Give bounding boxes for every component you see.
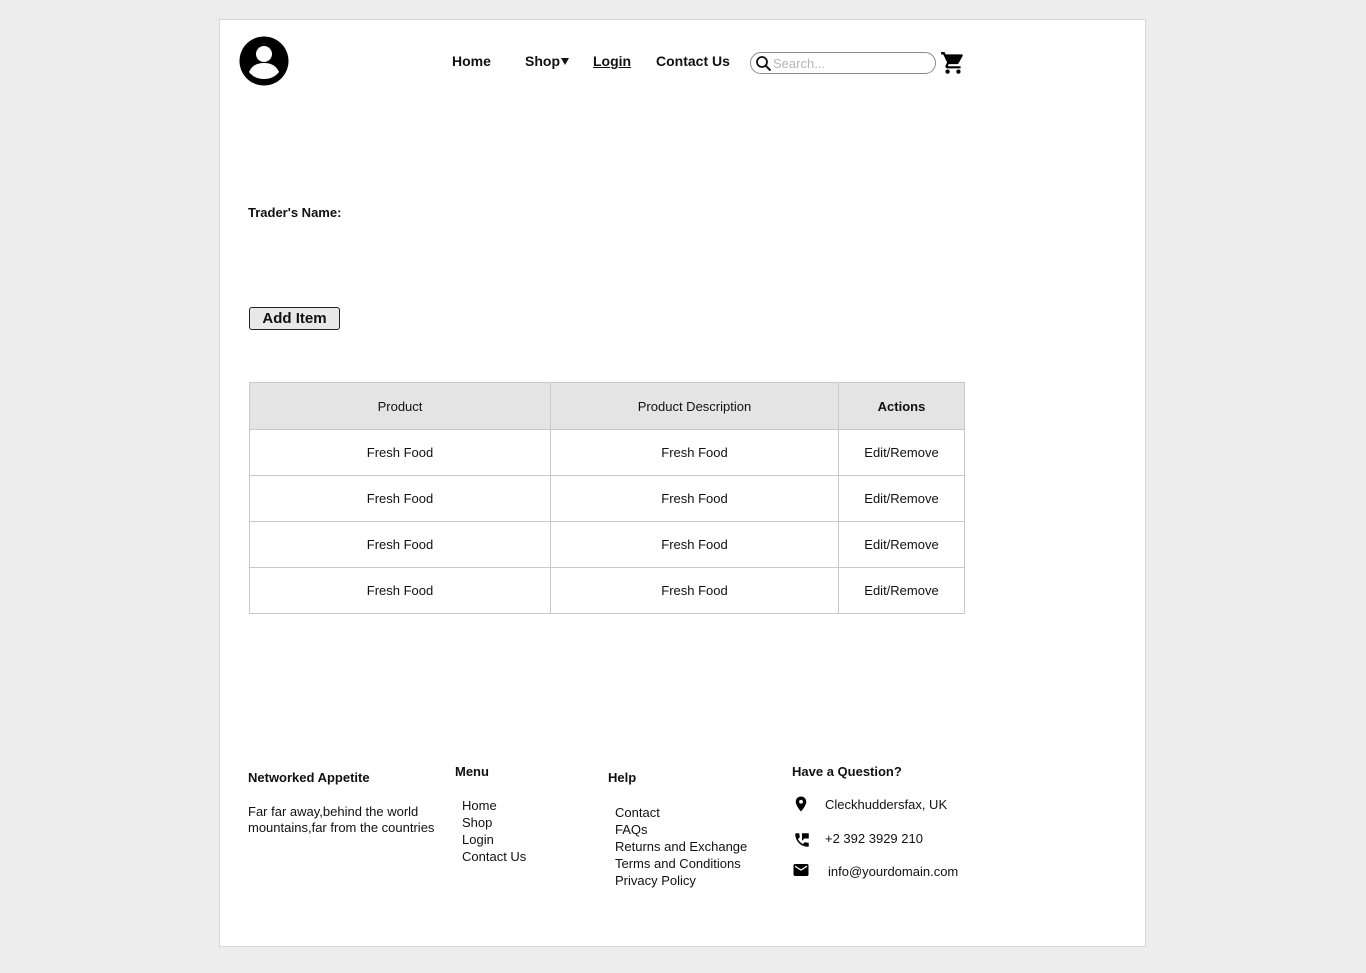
description-cell: Fresh Food <box>550 429 839 476</box>
footer-brand-description: Far far away,behind the world mountains,… <box>248 804 435 835</box>
footer-menu-shop-link[interactable]: Shop <box>462 814 526 831</box>
trader-name-label: Trader's Name: <box>248 205 342 220</box>
description-cell: Fresh Food <box>550 521 839 568</box>
product-cell: Fresh Food <box>249 475 551 522</box>
footer-help-terms-link[interactable]: Terms and Conditions <box>615 855 747 872</box>
column-header-actions: Actions <box>838 382 965 430</box>
edit-remove-link[interactable]: Edit/Remove <box>838 475 965 522</box>
footer-menu-list: Home Shop Login Contact Us <box>462 797 526 865</box>
footer-email-text[interactable]: info@yourdomain.com <box>828 864 958 879</box>
cart-icon[interactable] <box>940 50 966 76</box>
edit-remove-link[interactable]: Edit/Remove <box>838 521 965 568</box>
add-item-button[interactable]: Add Item <box>249 307 340 330</box>
edit-remove-link[interactable]: Edit/Remove <box>838 567 965 614</box>
location-pin-icon <box>795 796 807 812</box>
edit-remove-link[interactable]: Edit/Remove <box>838 429 965 476</box>
search-icon <box>756 56 772 72</box>
search-input[interactable] <box>773 54 923 72</box>
column-header-product: Product <box>249 382 551 430</box>
table-row: Fresh Food Fresh Food Edit/Remove <box>249 521 965 568</box>
product-cell: Fresh Food <box>249 429 551 476</box>
product-cell: Fresh Food <box>249 567 551 614</box>
page-container: Home Shop Login Contact Us Trader's Name… <box>219 19 1146 947</box>
footer-help-returns-link[interactable]: Returns and Exchange <box>615 838 747 855</box>
footer-location-text: Cleckhuddersfax, UK <box>825 797 948 812</box>
caret-down-icon <box>561 58 569 65</box>
footer-menu-title: Menu <box>455 764 489 779</box>
nav-shop-link[interactable]: Shop <box>525 53 569 69</box>
products-table: Product Product Description Actions Fres… <box>249 382 965 614</box>
footer-help-list: Contact FAQs Returns and Exchange Terms … <box>615 804 747 889</box>
product-cell: Fresh Food <box>249 521 551 568</box>
table-header-row: Product Product Description Actions <box>249 382 965 430</box>
column-header-description: Product Description <box>550 382 839 430</box>
footer-menu-contact-link[interactable]: Contact Us <box>462 848 526 865</box>
footer-question-title: Have a Question? <box>792 764 902 779</box>
email-icon <box>793 864 809 876</box>
footer-brand-title: Networked Appetite <box>248 770 370 785</box>
table-row: Fresh Food Fresh Food Edit/Remove <box>249 429 965 476</box>
nav-home-link[interactable]: Home <box>452 53 491 69</box>
nav-login-link[interactable]: Login <box>593 53 631 69</box>
footer-menu-home-link[interactable]: Home <box>462 797 526 814</box>
table-row: Fresh Food Fresh Food Edit/Remove <box>249 475 965 522</box>
table-row: Fresh Food Fresh Food Edit/Remove <box>249 567 965 614</box>
nav-contact-link[interactable]: Contact Us <box>656 53 730 69</box>
nav-shop-label: Shop <box>525 53 560 69</box>
footer-phone-text: +2 392 3929 210 <box>825 831 923 846</box>
user-avatar-icon[interactable] <box>239 36 289 86</box>
footer-menu-login-link[interactable]: Login <box>462 831 526 848</box>
footer-help-title: Help <box>608 770 637 785</box>
description-cell: Fresh Food <box>550 567 839 614</box>
description-cell: Fresh Food <box>550 475 839 522</box>
footer-help-privacy-link[interactable]: Privacy Policy <box>615 872 747 889</box>
footer-help-faqs-link[interactable]: FAQs <box>615 821 747 838</box>
search-box[interactable] <box>750 52 936 74</box>
footer-help-contact-link[interactable]: Contact <box>615 804 747 821</box>
phone-icon <box>795 833 809 847</box>
